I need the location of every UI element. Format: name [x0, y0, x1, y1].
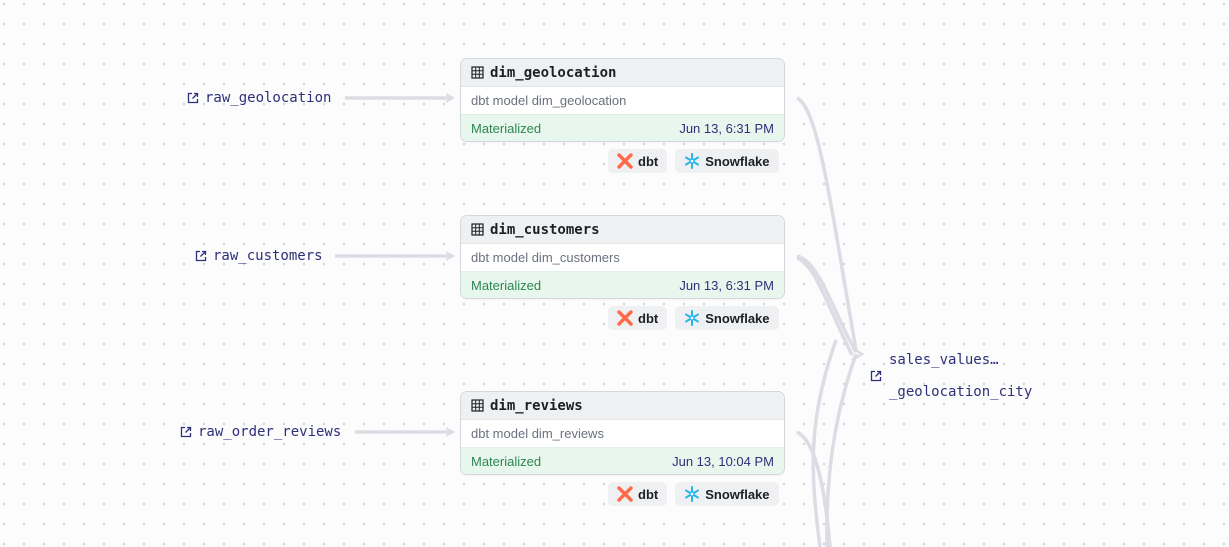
- dbt-tag[interactable]: dbt: [608, 149, 668, 173]
- model-description: dbt model dim_geolocation: [461, 87, 784, 114]
- model-status-bar: Materialized Jun 13, 6:31 PM: [461, 271, 784, 298]
- model-card-dim-geolocation[interactable]: dim_geolocation dbt model dim_geolocatio…: [460, 58, 785, 142]
- model-card-dim-reviews[interactable]: dim_reviews dbt model dim_reviews Materi…: [460, 391, 785, 475]
- snowflake-logo-icon: [685, 310, 700, 326]
- status-text: Materialized: [471, 453, 542, 469]
- edge-customers-target-a: [796, 254, 858, 353]
- table-icon: [471, 223, 484, 236]
- card-header: dim_geolocation: [461, 59, 784, 87]
- card-tags: dbt Snowflake: [608, 306, 779, 330]
- external-link-icon: [180, 426, 192, 438]
- dbt-logo-icon: [617, 153, 633, 169]
- source-node-raw-geolocation[interactable]: raw_geolocation: [187, 90, 331, 106]
- timestamp: Jun 13, 6:31 PM: [679, 277, 774, 293]
- status-text: Materialized: [471, 277, 542, 293]
- snowflake-logo-icon: [685, 153, 700, 169]
- dbt-tag[interactable]: dbt: [608, 482, 668, 506]
- card-header: dim_customers: [461, 216, 784, 244]
- source-node-raw-order-reviews[interactable]: raw_order_reviews: [180, 424, 341, 440]
- dbt-logo-icon: [617, 310, 633, 326]
- model-card-dim-customers[interactable]: dim_customers dbt model dim_customers Ma…: [460, 215, 785, 299]
- edge-customers-target-b: [796, 256, 854, 356]
- tag-label: Snowflake: [705, 153, 770, 169]
- external-link-icon: [187, 92, 199, 104]
- external-link-icon: [870, 370, 882, 382]
- snowflake-tag[interactable]: Snowflake: [675, 482, 779, 506]
- model-description: dbt model dim_customers: [461, 244, 784, 271]
- source-label: raw_order_reviews: [198, 424, 342, 440]
- card-tags: dbt Snowflake: [608, 482, 779, 506]
- tag-label: dbt: [638, 486, 659, 502]
- snowflake-tag[interactable]: Snowflake: [675, 306, 779, 330]
- target-label: sales_values… _geolocation_city: [889, 344, 1032, 408]
- status-text: Materialized: [471, 120, 542, 136]
- table-icon: [471, 399, 484, 412]
- source-label: raw_customers: [213, 248, 323, 264]
- source-label: raw_geolocation: [205, 90, 332, 106]
- model-status-bar: Materialized Jun 13, 6:31 PM: [461, 114, 784, 141]
- tag-label: dbt: [638, 310, 659, 326]
- timestamp: Jun 13, 10:04 PM: [672, 453, 774, 469]
- model-title: dim_customers: [490, 221, 600, 238]
- target-node-sales-values[interactable]: sales_values… _geolocation_city: [870, 344, 1032, 408]
- edge-down-b: [825, 353, 858, 547]
- target-label-line2: _geolocation_city: [889, 384, 1033, 400]
- edge-geolocation-target: [796, 96, 858, 351]
- edge-reviews-target: [796, 430, 832, 547]
- card-header: dim_reviews: [461, 392, 784, 420]
- dbt-tag[interactable]: dbt: [608, 306, 668, 330]
- external-link-icon: [195, 250, 207, 262]
- edge-down-a: [811, 339, 838, 547]
- tag-label: Snowflake: [705, 310, 770, 326]
- tag-label: Snowflake: [705, 486, 770, 502]
- model-title: dim_reviews: [490, 397, 583, 414]
- dbt-logo-icon: [617, 486, 633, 502]
- card-tags: dbt Snowflake: [608, 149, 779, 173]
- model-status-bar: Materialized Jun 13, 10:04 PM: [461, 447, 784, 474]
- model-description: dbt model dim_reviews: [461, 420, 784, 447]
- tag-label: dbt: [638, 153, 659, 169]
- table-icon: [471, 66, 484, 79]
- target-label-line1: sales_values…: [889, 352, 999, 368]
- source-node-raw-customers[interactable]: raw_customers: [195, 248, 323, 264]
- snowflake-logo-icon: [685, 486, 700, 502]
- timestamp: Jun 13, 6:31 PM: [679, 120, 774, 136]
- model-title: dim_geolocation: [490, 64, 617, 81]
- snowflake-tag[interactable]: Snowflake: [675, 149, 779, 173]
